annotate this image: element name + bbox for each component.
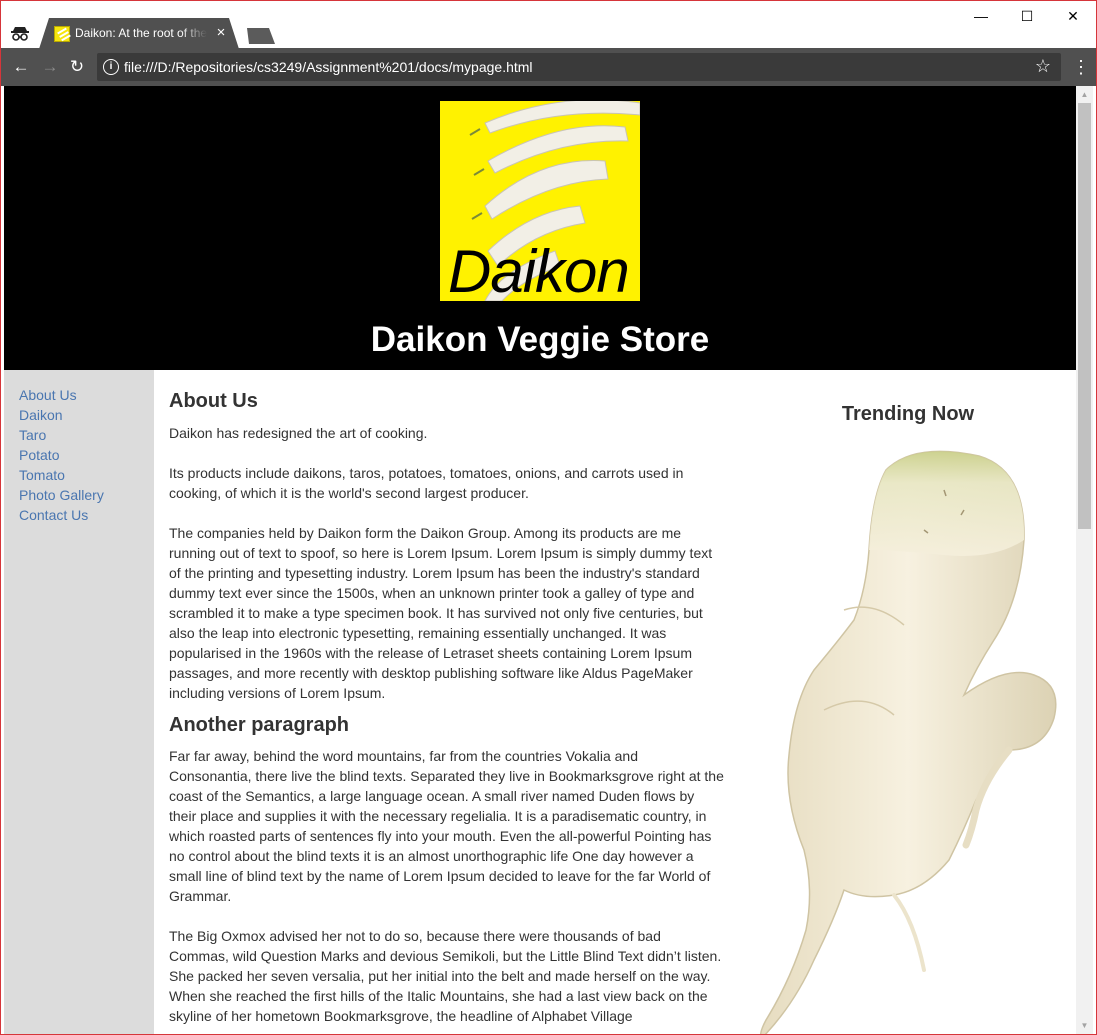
nav-link-taro[interactable]: Taro <box>19 427 46 443</box>
daikon-radish-image <box>759 450 1057 1034</box>
back-button[interactable]: ← <box>10 56 32 78</box>
nav-link-daikon[interactable]: Daikon <box>19 407 63 423</box>
reload-button[interactable]: ↻ <box>66 56 88 78</box>
nav-item-contact-us: Contact Us <box>19 506 154 526</box>
site-title: Daikon Veggie Store <box>370 320 710 359</box>
scroll-up-arrow-icon[interactable]: ▲ <box>1076 86 1093 103</box>
scroll-down-arrow-icon[interactable]: ▼ <box>1076 1017 1093 1034</box>
another-paragraph-heading: Another paragraph <box>169 714 350 736</box>
page-viewport: Daikon Daikon Veggie Store About Us Daik… <box>4 86 1076 1034</box>
tab-close-icon[interactable]: × <box>213 23 229 43</box>
nav-item-tomato: Tomato <box>19 466 154 486</box>
sidebar-nav: About Us Daikon Taro Potato Tomato Photo… <box>4 370 154 1034</box>
vertical-scrollbar[interactable]: ▲ ▼ <box>1076 86 1093 1034</box>
about-paragraph-3: The companies held by Daikon form the Da… <box>169 525 713 701</box>
scroll-thumb[interactable] <box>1078 103 1091 529</box>
daikon-logo: Daikon <box>440 101 640 301</box>
info-icon[interactable]: i <box>103 59 119 75</box>
bookmark-star-icon[interactable]: ☆ <box>1035 56 1051 77</box>
window-controls: — ☐ ✕ <box>958 1 1096 31</box>
about-paragraph-2: Its products include daikons, taros, pot… <box>169 465 684 501</box>
incognito-icon <box>11 27 29 41</box>
nav-item-photo-gallery: Photo Gallery <box>19 486 154 506</box>
title-bar: Daikon: At the root of the matter × — ☐ … <box>1 1 1096 49</box>
browser-toolbar: ← → ↻ i file:///D:/Repositories/cs3249/A… <box>1 48 1096 86</box>
tab-active[interactable]: Daikon: At the root of the matter × <box>39 18 239 49</box>
nav-item-potato: Potato <box>19 446 154 466</box>
new-tab-button[interactable] <box>247 28 275 44</box>
another-paragraph-2: The Big Oxmox advised her not to do so, … <box>169 928 722 1024</box>
nav-link-tomato[interactable]: Tomato <box>19 467 65 483</box>
nav-link-potato[interactable]: Potato <box>19 447 59 463</box>
forward-button[interactable]: → <box>39 56 61 78</box>
url-text[interactable]: file:///D:/Repositories/cs3249/Assignmen… <box>124 59 533 75</box>
browser-menu-icon[interactable]: ⋮ <box>1072 56 1090 78</box>
nav-link-contact-us[interactable]: Contact Us <box>19 507 88 523</box>
main-content: About Us Daikon has redesigned the art o… <box>169 370 724 1034</box>
nav-item-daikon: Daikon <box>19 406 154 426</box>
maximize-button[interactable]: ☐ <box>1004 1 1050 31</box>
address-bar[interactable]: i file:///D:/Repositories/cs3249/Assignm… <box>97 53 1061 81</box>
nav-item-about-us: About Us <box>19 386 154 406</box>
about-heading: About Us <box>169 390 258 412</box>
minimize-button[interactable]: — <box>958 1 1004 31</box>
tab-title: Daikon: At the root of the matter <box>75 26 207 40</box>
trending-title: Trending Now <box>841 403 975 425</box>
about-paragraph-1: Daikon has redesigned the art of cooking… <box>169 425 428 441</box>
site-header: Daikon Daikon Veggie Store <box>4 86 1076 370</box>
nav-link-photo-gallery[interactable]: Photo Gallery <box>19 487 104 503</box>
logo-text: Daikon <box>448 238 630 301</box>
daikon-favicon-icon <box>54 26 70 42</box>
browser-window: Daikon: At the root of the matter × — ☐ … <box>0 0 1097 1035</box>
nav-link-about-us[interactable]: About Us <box>19 387 77 403</box>
nav-item-taro: Taro <box>19 426 154 446</box>
close-window-button[interactable]: ✕ <box>1050 1 1096 31</box>
another-paragraph-1: Far far away, behind the word mountains,… <box>169 748 724 904</box>
trending-aside: Trending Now <box>744 370 1076 1034</box>
